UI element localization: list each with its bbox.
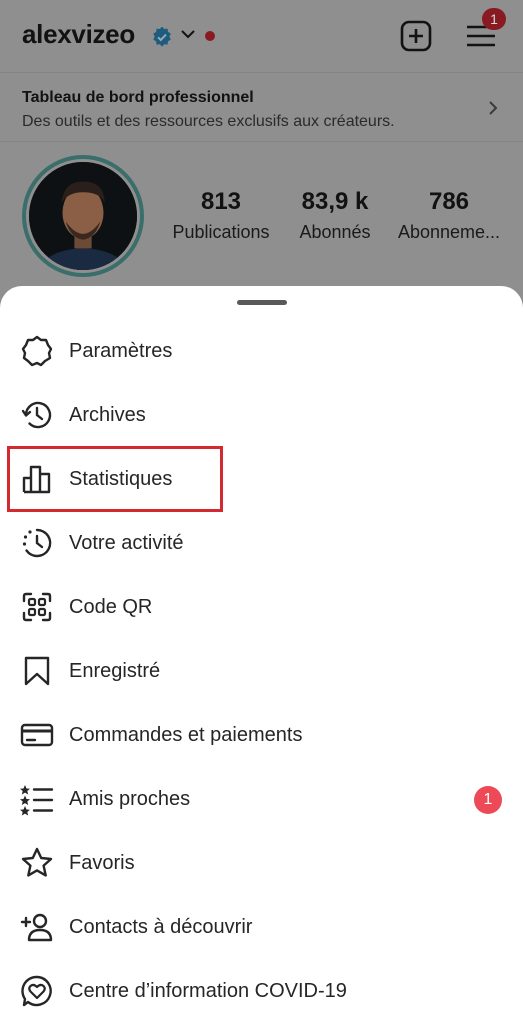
menu-item-your-activity[interactable]: Votre activité: [0, 512, 523, 576]
avatar[interactable]: [22, 155, 144, 277]
menu-item-label: Code QR: [69, 596, 153, 618]
stat-label: Publications: [172, 222, 270, 242]
stat-label: Abonnés: [299, 222, 371, 242]
menu-item-qr-code[interactable]: Code QR: [0, 576, 523, 640]
professional-dashboard-link[interactable]: Tableau de bord professionnel Des outils…: [0, 72, 523, 142]
menu-item-label: Votre activité: [69, 532, 184, 554]
close-friends-list-icon: [20, 785, 54, 816]
qr-code-icon: [22, 592, 52, 622]
menu-item-label: Amis proches: [69, 788, 191, 810]
sheet-drag-handle[interactable]: [237, 300, 287, 305]
username-switcher[interactable]: alexvizeo: [22, 19, 135, 50]
dashboard-title: Tableau de bord professionnel: [22, 89, 254, 106]
stat-value: 813: [200, 188, 242, 215]
profile-header: alexvizeo 1: [0, 0, 523, 72]
stat-value: 83,9 k: [301, 188, 369, 215]
menu-item-label: Commandes et paiements: [69, 724, 303, 746]
stat-publications[interactable]: 813 Publications: [166, 188, 276, 243]
star-icon: [21, 847, 53, 877]
menu-badge: 1: [482, 8, 506, 30]
stat-value: 786: [428, 188, 470, 215]
dashboard-subtitle: Des outils et des ressources exclusifs a…: [22, 113, 395, 130]
profile-photo-illustration: [29, 162, 137, 270]
menu-item-close-friends[interactable]: Amis proches 1: [0, 768, 523, 832]
menu-item-orders-payments[interactable]: Commandes et paiements: [0, 704, 523, 768]
menu-item-label: Contacts à découvrir: [69, 916, 253, 938]
menu-item-label: Archives: [69, 404, 146, 426]
verified-badge-icon: [153, 27, 171, 47]
close-friends-badge: 1: [474, 786, 502, 814]
archive-history-icon: [21, 401, 52, 429]
notification-dot: [205, 31, 215, 41]
bookmark-icon: [24, 656, 50, 686]
menu-bottom-sheet: Paramètres Archives Statistiques Votre a…: [0, 286, 523, 1024]
menu-item-archives[interactable]: Archives: [0, 384, 523, 448]
menu-item-label: Centre d’information COVID-19: [69, 980, 347, 1002]
profile-photo: [29, 162, 137, 270]
credit-card-icon: [20, 723, 54, 747]
add-person-icon: [20, 913, 53, 942]
menu-item-label: Enregistré: [69, 660, 161, 682]
stat-followers[interactable]: 83,9 k Abonnés: [292, 188, 378, 243]
menu-item-discover-people[interactable]: Contacts à découvrir: [0, 896, 523, 960]
statistics-highlight-box: [7, 446, 223, 512]
settings-gear-icon: [21, 335, 53, 367]
menu-item-label: Paramètres: [69, 340, 173, 362]
chevron-right-icon: [489, 101, 498, 115]
covid-info-heart-icon: [21, 975, 52, 1007]
menu-item-label: Favoris: [69, 852, 135, 874]
stat-label: Abonneme...: [397, 222, 501, 242]
create-post-icon[interactable]: [400, 20, 432, 52]
stat-following[interactable]: 786 Abonneme...: [396, 188, 502, 243]
menu-item-favorites[interactable]: Favoris: [0, 832, 523, 896]
menu-item-settings[interactable]: Paramètres: [0, 320, 523, 384]
activity-clock-icon: [22, 528, 52, 558]
menu-item-saved[interactable]: Enregistré: [0, 640, 523, 704]
menu-item-covid-info[interactable]: Centre d’information COVID-19: [0, 960, 523, 1024]
chevron-down-icon[interactable]: [180, 26, 196, 42]
